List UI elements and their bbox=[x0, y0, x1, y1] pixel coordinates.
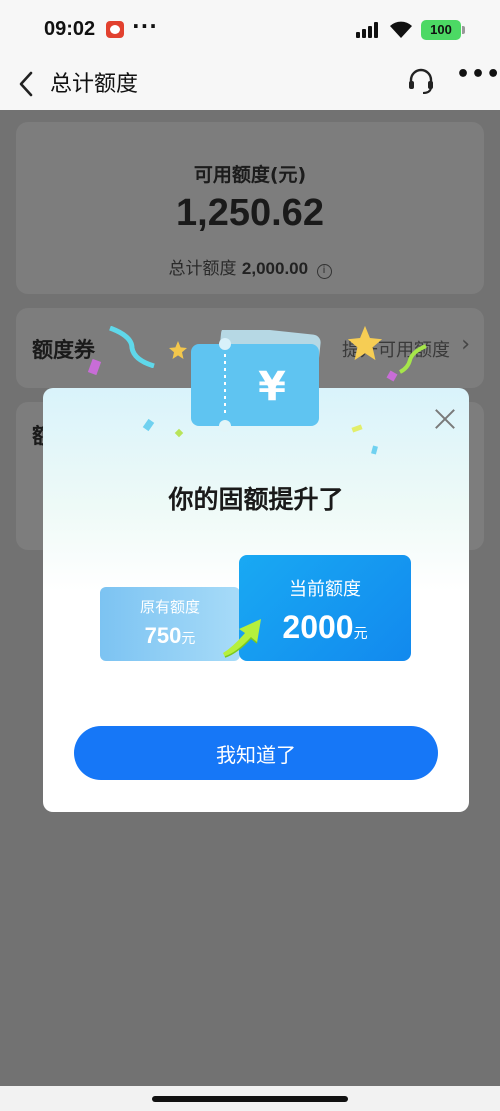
wifi-icon bbox=[390, 21, 412, 38]
total-credit-label: 总计额度 bbox=[168, 259, 237, 279]
got-it-button[interactable]: 我知道了 bbox=[74, 726, 438, 780]
coupon-label: 额度券 bbox=[32, 338, 95, 362]
app-notification-icon bbox=[106, 21, 124, 38]
yuan-ticket-icon: ¥ bbox=[191, 330, 321, 432]
svg-text:¥: ¥ bbox=[258, 364, 286, 410]
headset-icon[interactable] bbox=[406, 66, 436, 96]
more-icon[interactable]: ••• bbox=[456, 62, 500, 87]
total-credit-value: 2,000.00 bbox=[241, 259, 309, 278]
available-credit-title: 可用额度(元) bbox=[193, 164, 307, 186]
page-title: 总计额度 bbox=[50, 72, 139, 97]
current-credit-label: 当前额度 bbox=[289, 579, 361, 600]
chevron-right-icon: › bbox=[461, 332, 470, 357]
star-icon bbox=[169, 341, 187, 359]
credit-raised-dialog: 你的固额提升了 原有额度 750元 当前额度 2000元 我知道了 bbox=[43, 388, 469, 812]
total-credit: 总计额度 2,000.00 i bbox=[16, 254, 484, 279]
home-indicator bbox=[152, 1096, 348, 1102]
info-icon[interactable]: i bbox=[316, 264, 332, 279]
status-bar: 09:02 ··· 100 bbox=[0, 0, 500, 58]
star-icon bbox=[347, 325, 383, 361]
battery-icon: 100 bbox=[421, 20, 465, 40]
nav-bar: 总计额度 ••• bbox=[0, 58, 500, 110]
up-arrow-icon bbox=[223, 619, 261, 658]
status-more-icon: ··· bbox=[132, 14, 158, 38]
back-icon[interactable] bbox=[14, 66, 40, 102]
credit-card: 可用额度(元) 1,250.62 总计额度 2,000.00 i bbox=[16, 122, 484, 294]
dialog-title: 你的固额提升了 bbox=[168, 485, 344, 514]
confetti-ribbon-icon bbox=[109, 326, 155, 368]
close-icon[interactable] bbox=[433, 406, 457, 430]
cellular-signal-icon bbox=[356, 22, 380, 38]
status-time: 09:02 bbox=[44, 18, 96, 40]
available-credit-amount: 1,250.62 bbox=[176, 192, 324, 234]
confetti-ribbon-icon bbox=[399, 344, 427, 374]
